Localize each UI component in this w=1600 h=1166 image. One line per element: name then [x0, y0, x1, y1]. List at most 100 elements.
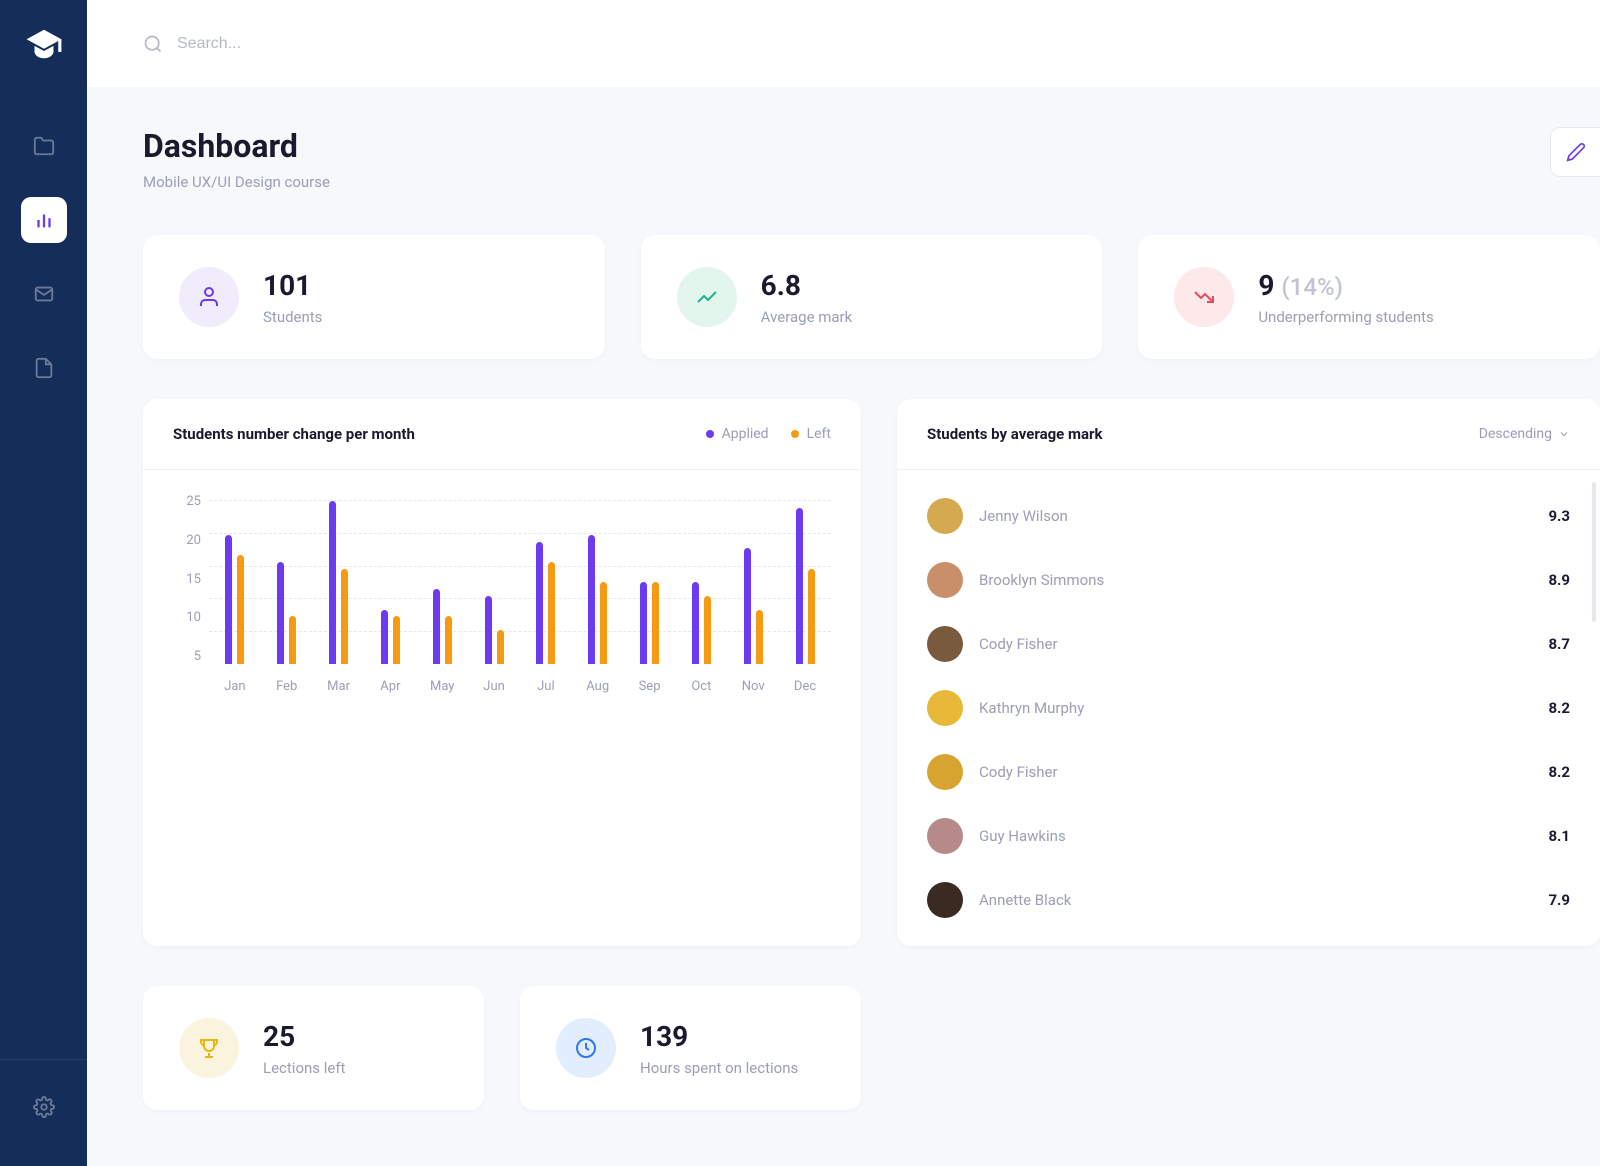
student-mark: 7.9 — [1548, 891, 1570, 909]
topbar — [87, 0, 1600, 87]
student-row[interactable]: Brooklyn Simmons8.9 — [921, 548, 1576, 612]
dot-applied — [706, 430, 714, 438]
nav — [21, 87, 67, 1059]
bar-group — [572, 535, 624, 664]
row2: Students number change per month Applied… — [143, 399, 1600, 946]
trend-up-icon — [695, 285, 719, 309]
avg-icon-wrap — [677, 267, 737, 327]
x-tick: Jul — [520, 679, 572, 694]
avg-mark-value: 6.8 — [761, 269, 853, 302]
avatar — [927, 562, 963, 598]
page-subtitle: Mobile UX/UI Design course — [143, 173, 330, 191]
clock-icon — [574, 1036, 598, 1060]
sort-select[interactable]: Descending — [1479, 426, 1570, 442]
x-tick: May — [416, 679, 468, 694]
bar-left — [600, 582, 607, 664]
clock-icon-wrap — [556, 1018, 616, 1078]
bar-left — [756, 610, 763, 664]
y-axis: 252015105 — [173, 494, 201, 664]
avg-mark-label: Average mark — [761, 308, 853, 326]
students-panel-body: Jenny Wilson9.3Brooklyn Simmons8.9Cody F… — [897, 470, 1600, 946]
x-tick: Jun — [468, 679, 520, 694]
trophy-icon-wrap — [179, 1018, 239, 1078]
x-tick: Mar — [313, 679, 365, 694]
student-row[interactable]: Guy Hawkins8.1 — [921, 804, 1576, 868]
gear-icon — [33, 1096, 55, 1118]
student-mark: 8.9 — [1548, 571, 1570, 589]
bar-applied — [225, 535, 232, 664]
bar-applied — [744, 548, 751, 664]
x-tick: Nov — [727, 679, 779, 694]
legend-left: Left — [791, 426, 831, 442]
student-list: Jenny Wilson9.3Brooklyn Simmons8.9Cody F… — [897, 470, 1600, 946]
bar-left — [289, 616, 296, 664]
y-tick: 10 — [173, 610, 201, 625]
underperf-label: Underperforming students — [1258, 308, 1433, 326]
card-students: 101 Students — [143, 235, 605, 359]
x-tick: Feb — [261, 679, 313, 694]
x-tick: Sep — [624, 679, 676, 694]
student-row[interactable]: Cody Fisher8.7 — [921, 612, 1576, 676]
student-name: Annette Black — [979, 891, 1532, 909]
lections-left-label: Lections left — [263, 1059, 345, 1077]
dot-left — [791, 430, 799, 438]
nav-document[interactable] — [21, 345, 67, 391]
bar-left — [548, 562, 555, 664]
avatar — [927, 626, 963, 662]
card-avg-mark: 6.8 Average mark — [641, 235, 1103, 359]
lections-left-value: 25 — [263, 1020, 345, 1053]
student-name: Guy Hawkins — [979, 827, 1532, 845]
bar-applied — [796, 508, 803, 664]
card-hours-spent: 139 Hours spent on lections — [520, 986, 861, 1110]
nav-dashboard[interactable] — [21, 197, 67, 243]
bar-applied — [692, 582, 699, 664]
students-label: Students — [263, 308, 322, 326]
page-head: Dashboard Mobile UX/UI Design course — [143, 127, 1600, 191]
student-row[interactable]: Cody Fisher8.2 — [921, 740, 1576, 804]
x-tick: Apr — [364, 679, 416, 694]
student-row[interactable]: Jenny Wilson9.3 — [921, 484, 1576, 548]
bar-group — [675, 582, 727, 664]
y-tick: 5 — [173, 649, 201, 664]
nav-settings[interactable] — [21, 1084, 67, 1130]
x-tick: Dec — [779, 679, 831, 694]
search-input[interactable] — [177, 35, 477, 53]
bar-left — [237, 555, 244, 664]
bar-group — [727, 548, 779, 664]
bar-left — [704, 596, 711, 664]
student-name: Kathryn Murphy — [979, 699, 1532, 717]
avatar — [927, 498, 963, 534]
mail-icon — [33, 283, 55, 305]
nav-folder[interactable] — [21, 123, 67, 169]
student-row[interactable]: Annette Black 7.9 — [921, 868, 1576, 932]
nav-mail[interactable] — [21, 271, 67, 317]
student-mark: 8.2 — [1548, 763, 1570, 781]
main: Dashboard Mobile UX/UI Design course 101… — [87, 0, 1600, 1150]
bar-applied — [277, 562, 284, 664]
scrollbar[interactable] — [1592, 482, 1596, 622]
student-row[interactable]: Kathryn Murphy8.2 — [921, 676, 1576, 740]
chevron-down-icon — [1558, 428, 1570, 440]
chart-legend: Applied Left — [706, 426, 831, 442]
avatar — [927, 754, 963, 790]
edit-button[interactable] — [1550, 127, 1600, 177]
avatar — [927, 882, 963, 918]
bar-left — [445, 616, 452, 664]
bar-applied — [640, 582, 647, 664]
bar-applied — [433, 589, 440, 664]
logo — [0, 0, 87, 87]
bar-group — [313, 501, 365, 664]
students-panel-title: Students by average mark — [927, 425, 1103, 443]
students-value: 101 — [263, 269, 322, 302]
page-title: Dashboard — [143, 127, 330, 165]
card-underperf: 9 (14%) Underperforming students — [1138, 235, 1600, 359]
students-icon-wrap — [179, 267, 239, 327]
hours-spent-label: Hours spent on lections — [640, 1059, 798, 1077]
graduation-cap-icon — [25, 25, 63, 63]
bars-container — [209, 494, 831, 664]
bar-applied — [381, 610, 388, 664]
bar-group — [468, 596, 520, 664]
bar-group — [624, 582, 676, 664]
bar-applied — [588, 535, 595, 664]
bar-group — [416, 589, 468, 664]
